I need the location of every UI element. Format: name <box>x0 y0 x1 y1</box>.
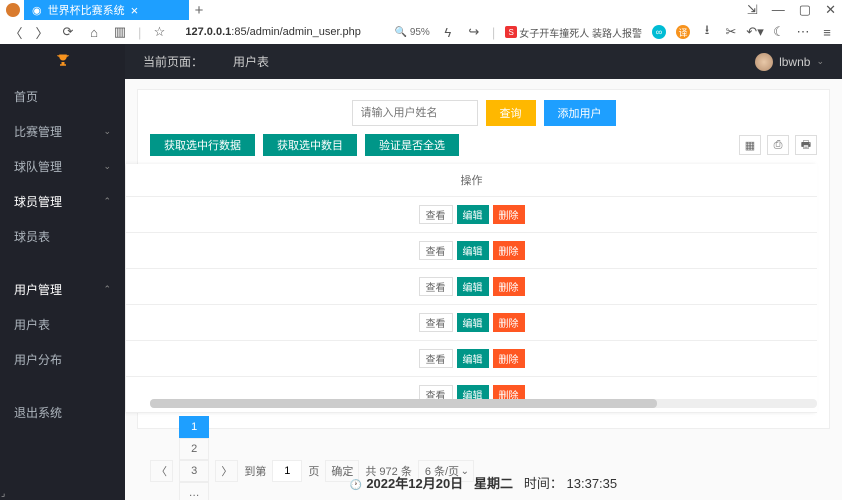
close-icon[interactable]: × <box>131 3 139 18</box>
chevron-up-icon: ⌃ <box>103 196 111 207</box>
columns-icon[interactable]: ▦ <box>739 135 761 155</box>
breadcrumb-label: 当前页面： <box>143 53 203 70</box>
cut-icon[interactable]: ✂ <box>724 25 738 39</box>
edit-button[interactable]: 编辑 <box>457 349 489 368</box>
window-close-icon[interactable]: ✕ <box>825 2 836 18</box>
chevron-down-icon: ⌄ <box>103 161 111 172</box>
menu-icon[interactable]: ≡ <box>820 25 834 39</box>
news-ticker[interactable]: S女子开车撞死人 装路人报警 <box>505 25 642 40</box>
username: lbwnb <box>779 55 810 69</box>
sidebar-item-team[interactable]: 球队管理⌄ <box>0 149 125 184</box>
view-button[interactable]: 查看 <box>419 241 453 260</box>
sidebar-item-logout[interactable]: 退出系统 <box>0 395 125 430</box>
zoom-indicator[interactable]: 🔍 95% <box>395 27 430 38</box>
breadcrumb: 当前页面： 用户表 lbwnb ⌄ <box>125 44 842 79</box>
sidebar-item-match[interactable]: 比赛管理⌄ <box>0 114 125 149</box>
page-button[interactable]: 2 <box>179 438 209 460</box>
library-icon[interactable]: ▥ <box>112 24 128 40</box>
sidebar-item-user-list[interactable]: 用户表 <box>0 307 125 342</box>
resize-handle-icon: ⌟ <box>1 488 5 499</box>
new-tab-button[interactable]: + <box>189 2 209 19</box>
user-menu[interactable]: lbwnb ⌄ <box>755 53 824 71</box>
get-count-button[interactable]: 获取选中数目 <box>263 134 357 156</box>
check-all-button[interactable]: 验证是否全选 <box>365 134 459 156</box>
fixed-op-column: 操作 查看编辑删除查看编辑删除查看编辑删除查看编辑删除查看编辑删除查看编辑删除 <box>126 164 817 413</box>
globe-icon: ◉ <box>32 4 42 17</box>
add-user-button[interactable]: 添加用户 <box>544 100 616 126</box>
print-icon[interactable]: 🖶 <box>795 135 817 155</box>
download-icon[interactable]: ⭳ <box>700 25 714 39</box>
flash-icon[interactable]: ϟ <box>440 25 456 40</box>
sidebar-item-user-dist[interactable]: 用户分布 <box>0 342 125 377</box>
query-button[interactable]: 查询 <box>486 100 536 126</box>
home-icon[interactable]: ⌂ <box>86 25 102 40</box>
edit-button[interactable]: 编辑 <box>457 205 489 224</box>
view-button[interactable]: 查看 <box>419 205 453 224</box>
horizontal-scrollbar[interactable] <box>150 399 817 408</box>
breadcrumb-page: 用户表 <box>233 53 269 70</box>
translate-icon[interactable]: 译 <box>676 25 690 39</box>
delete-button[interactable]: 删除 <box>493 349 525 368</box>
tab-title: 世界杯比赛系统 <box>48 2 125 18</box>
clock-icon: 🕐 <box>350 480 362 491</box>
reload-icon[interactable]: ⟳ <box>60 24 76 40</box>
chevron-up-icon: ⌃ <box>103 284 111 295</box>
history-icon[interactable]: ↶▾ <box>748 25 762 39</box>
delete-button[interactable]: 删除 <box>493 313 525 332</box>
browser-tab[interactable]: ◉ 世界杯比赛系统 × <box>24 0 189 20</box>
delete-button[interactable]: 删除 <box>493 277 525 296</box>
view-button[interactable]: 查看 <box>419 277 453 296</box>
back-icon[interactable]: 〈 <box>8 23 24 42</box>
sidebar-item-player[interactable]: 球员管理⌃ <box>0 184 125 219</box>
view-button[interactable]: 查看 <box>419 349 453 368</box>
delete-button[interactable]: 删除 <box>493 205 525 224</box>
forward-icon[interactable]: 〉 <box>34 23 50 42</box>
get-rows-button[interactable]: 获取选中行数据 <box>150 134 255 156</box>
footer-clock: 🕐2022年12月20日 星期二 时间： 13:37:35 <box>125 473 842 492</box>
edit-button[interactable]: 编辑 <box>457 277 489 296</box>
sidebar-item-home[interactable]: 首页 <box>0 79 125 114</box>
sidebar-item-player-list[interactable]: 球员表 <box>0 219 125 254</box>
edit-button[interactable]: 编辑 <box>457 313 489 332</box>
edit-button[interactable]: 编辑 <box>457 241 489 260</box>
chevron-down-icon: ⌄ <box>103 126 111 137</box>
maximize-icon[interactable]: ▢ <box>799 2 811 18</box>
favicon <box>6 3 20 17</box>
export-icon[interactable]: ⎙ <box>767 135 789 155</box>
chevron-down-icon: ⌄ <box>816 56 824 67</box>
infinity-icon[interactable]: ∞ <box>652 25 666 39</box>
more-icon[interactable]: ⋯ <box>796 25 810 39</box>
search-input[interactable] <box>352 100 478 126</box>
trophy-icon <box>54 51 72 73</box>
star-icon[interactable]: ☆ <box>151 24 167 40</box>
moon-icon[interactable]: ☾ <box>772 25 786 39</box>
view-button[interactable]: 查看 <box>419 313 453 332</box>
address-bar[interactable]: 127.0.0.1:85/admin/admin_user.php <box>185 26 361 38</box>
logo <box>0 44 125 79</box>
sidebar: 首页 比赛管理⌄ 球队管理⌄ 球员管理⌃ 球员表 用户管理⌃ 用户表 用户分布 … <box>0 44 125 500</box>
delete-button[interactable]: 删除 <box>493 241 525 260</box>
page-button[interactable]: 1 <box>179 416 209 438</box>
share-icon[interactable]: ↪ <box>466 24 482 40</box>
minimize-icon[interactable]: — <box>772 2 785 18</box>
sidebar-item-user[interactable]: 用户管理⌃ <box>0 272 125 307</box>
avatar <box>755 53 773 71</box>
pin-icon[interactable]: ⇲ <box>747 2 758 18</box>
